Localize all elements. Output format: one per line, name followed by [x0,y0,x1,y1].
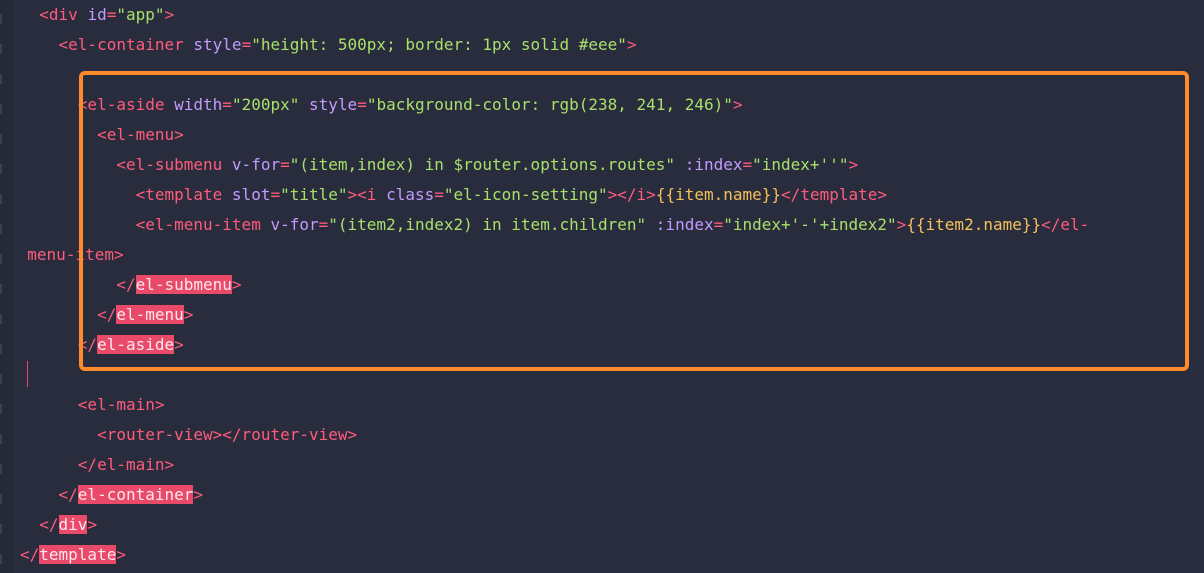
code-token: <el-container [58,35,194,54]
gutter-marker [0,164,2,174]
code-token: </ [58,485,78,504]
code-token: </ [20,545,40,564]
code-line: </el-main> [20,454,174,476]
gutter-marker [0,554,2,564]
gutter-marker [0,224,2,234]
code-token: <el-main> [77,395,165,414]
code-line: <div id="app"> [20,4,174,26]
code-editor[interactable]: <div id="app"> <el-container style="heig… [0,0,1204,573]
code-token: > [626,35,637,54]
gutter-marker [0,254,2,264]
code-token: > [193,485,204,504]
code-line: <el-main> [20,394,165,416]
code-token: "app" [116,5,165,24]
gutter-marker [0,404,2,414]
code-token: el-container [77,485,194,504]
gutter-marker [0,494,2,504]
code-token: style [193,35,242,54]
code-token: > [164,5,175,24]
gutter-marker [0,314,2,324]
code-token: > [87,515,98,534]
code-token: </el-main> [77,455,175,474]
code-token: </ [39,515,59,534]
gutter-marker [0,194,2,204]
code-line: </div> [20,514,97,536]
gutter-marker [0,374,2,384]
text-cursor [27,361,28,387]
code-token: "height: 500px; border: 1px solid #eee" [251,35,627,54]
gutter-marker [0,14,2,24]
code-line: <el-container style="height: 500px; bord… [20,34,637,56]
gutter-marker [0,104,2,114]
line-gutter [0,0,14,573]
gutter-marker [0,74,2,84]
code-token: <router-view></router-view> [97,425,358,444]
code-token: template [39,545,117,564]
gutter-marker [0,344,2,354]
code-line: </template> [20,544,126,566]
code-token: = [241,35,252,54]
highlight-box [79,71,1189,371]
code-line: <router-view></router-view> [20,424,357,446]
gutter-marker [0,464,2,474]
code-token: div [58,515,88,534]
gutter-marker [0,434,2,444]
code-token: = [106,5,117,24]
gutter-marker [0,284,2,294]
gutter-marker [0,44,2,54]
code-token: <div [39,5,88,24]
code-line: </el-container> [20,484,203,506]
code-token: > [116,545,126,564]
code-token: id [87,5,107,24]
gutter-marker [0,134,2,144]
gutter-marker [0,524,2,534]
